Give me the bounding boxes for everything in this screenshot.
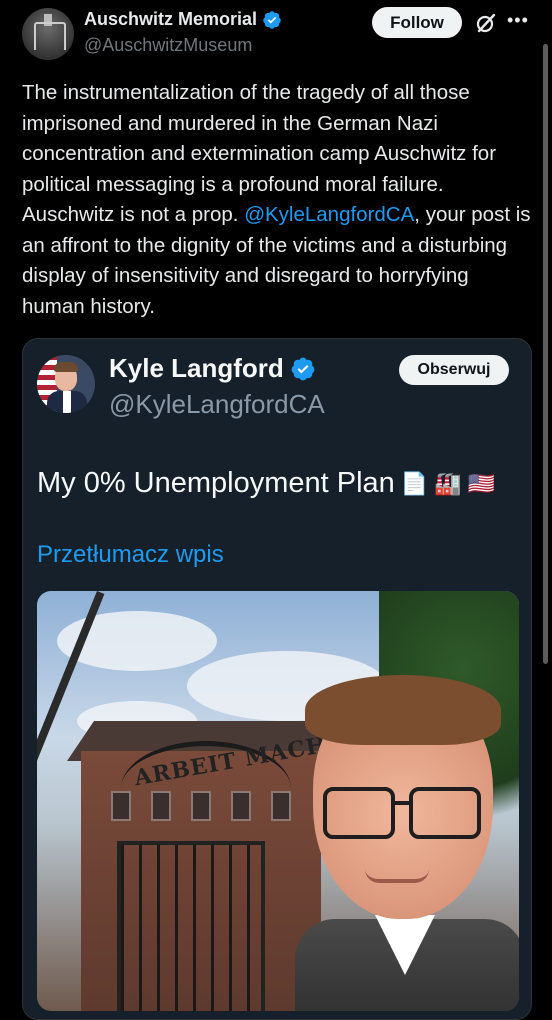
author-avatar[interactable] — [22, 8, 74, 60]
glasses-right-shape — [409, 787, 481, 839]
avatar-hair-shape — [54, 362, 78, 372]
gate-bars-shape — [117, 841, 265, 1011]
mouth-shape — [365, 869, 429, 883]
follow-button[interactable]: Follow — [372, 7, 462, 38]
glasses-left-shape — [323, 787, 395, 839]
person-selfie — [295, 675, 519, 1011]
scrollbar[interactable] — [543, 44, 548, 664]
mention-link[interactable]: @KyleLangfordCA — [244, 203, 414, 226]
quoted-author-display-name[interactable]: Kyle Langford — [109, 353, 284, 384]
quoted-follow-button[interactable]: Obserwuj — [399, 355, 509, 385]
quoted-post-photo[interactable]: ARBEIT MACHT — [37, 591, 519, 1011]
hair-shape — [305, 675, 501, 745]
grok-icon[interactable] — [474, 11, 498, 35]
us-flag-emoji-icon: 🇺🇸 — [467, 470, 496, 496]
quoted-post-text-content: My 0% Unemployment Plan — [37, 467, 395, 499]
avatar-gate-shape — [34, 22, 66, 50]
translate-post-link[interactable]: Przetłumacz wpis — [37, 541, 224, 569]
quoted-author-handle[interactable]: @KyleLangfordCA — [109, 389, 325, 420]
verified-badge-icon — [291, 357, 315, 380]
quoted-post[interactable]: Kyle Langford @KyleLangfordCA Obserwuj M… — [22, 338, 532, 1020]
author-handle[interactable]: @AuschwitzMuseum — [84, 35, 252, 56]
post-header: Auschwitz Memorial @AuschwitzMuseum Foll… — [0, 0, 552, 70]
post-body: The instrumentalization of the tragedy o… — [22, 78, 534, 322]
avatar-shirt-shape — [63, 391, 71, 413]
glasses-bridge-shape — [391, 801, 409, 805]
document-emoji-icon: 📄 — [400, 470, 429, 496]
more-horizontal-icon[interactable]: ••• — [507, 10, 529, 31]
factory-emoji-icon: 🏭 — [434, 470, 462, 496]
quoted-author-name-row: Kyle Langford — [109, 353, 316, 384]
quoted-author-avatar[interactable] — [37, 355, 95, 413]
verified-badge-icon — [263, 10, 281, 29]
quoted-post-text: My 0% Unemployment Plan 📄 🏭 🇺🇸 — [37, 467, 495, 500]
author-name-row: Auschwitz Memorial — [84, 9, 282, 30]
author-display-name[interactable]: Auschwitz Memorial — [84, 9, 257, 30]
